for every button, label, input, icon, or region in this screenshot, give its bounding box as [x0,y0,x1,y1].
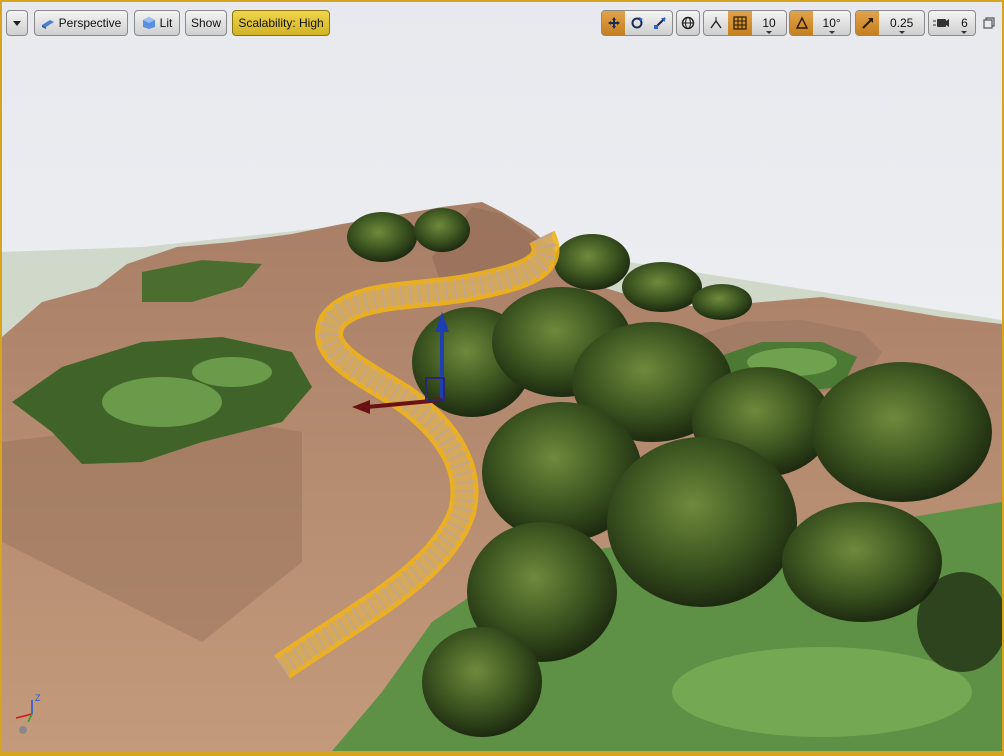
viewport-toolbar: Perspective Lit Show Scalability: High 1… [4,10,1000,38]
lit-label: Lit [159,16,173,30]
terrain-scene[interactable] [2,2,1002,751]
transform-tools-group [601,10,673,36]
axis-indicator: Z [15,693,41,734]
globe-icon [681,16,695,30]
grid-snap-icon [733,16,747,30]
angle-snap-icon [795,16,808,29]
show-button[interactable]: Show [185,10,227,36]
camera-speed-icon [933,19,950,27]
grid-snap-toggle[interactable] [728,11,752,35]
rotation-snap-toggle[interactable] [790,11,814,35]
camera-speed-icon-wrap [929,11,954,35]
perspective-button[interactable]: Perspective [34,10,128,36]
scale-snap-value[interactable]: 0.25 [879,11,924,35]
chevron-down-icon [13,20,21,26]
rotate-tool-button[interactable] [625,11,648,35]
scale-tool-button[interactable] [649,11,672,35]
rotate-icon [631,17,643,29]
level-viewport[interactable]: Perspective Lit Show Scalability: High 1… [0,0,1004,756]
lit-button[interactable]: Lit [134,10,180,36]
scale-snap-group: 0.25 [855,10,925,36]
surface-snap-button[interactable] [704,11,728,35]
scale-icon [654,17,667,29]
grid-snap-group: 10 [703,10,787,36]
camera-speed-group[interactable]: 6 [928,10,976,36]
scalability-button[interactable]: Scalability: High [232,10,330,36]
scalability-label: Scalability: High [238,16,324,30]
axis-help-icon [19,726,27,734]
grid-snap-value[interactable]: 10 [752,11,786,35]
camera-speed-value: 6 [954,11,975,35]
rotation-snap-value[interactable]: 10° [813,11,850,35]
scale-snap-toggle[interactable] [856,11,880,35]
scale-snap-icon [861,18,873,29]
world-local-button[interactable] [676,10,700,36]
lit-sphere-icon [142,17,155,29]
axis-z-label: Z [35,693,41,703]
perspective-cube-icon [41,20,54,29]
rotation-snap-group: 10° [789,10,851,36]
translate-tool-button[interactable] [602,11,626,35]
perspective-label: Perspective [58,16,122,30]
translate-icon [607,17,620,29]
show-label: Show [190,16,222,30]
surface-snap-icon [710,17,722,29]
viewport-options-button[interactable] [6,10,28,36]
maximize-icon[interactable] [983,17,995,29]
